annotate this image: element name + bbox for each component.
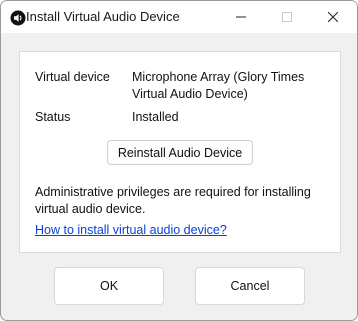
minimize-button[interactable] (218, 1, 264, 33)
virtual-device-value-line2: Virtual Audio Device) (132, 87, 248, 101)
virtual-device-value-line1: Microphone Array (Glory Times (132, 70, 305, 84)
close-icon (328, 12, 338, 22)
admin-privileges-note: Administrative privileges are required f… (35, 185, 311, 216)
maximize-button (264, 1, 310, 33)
ok-button[interactable]: OK (54, 267, 164, 305)
virtual-device-label: Virtual device (35, 70, 110, 84)
title-bar: Install Virtual Audio Device (1, 1, 357, 33)
speaker-icon (10, 10, 26, 26)
status-label: Status (35, 110, 71, 124)
content-panel: Virtual device Microphone Array (Glory T… (19, 51, 341, 253)
minimize-icon (236, 16, 246, 18)
status-value: Installed (132, 110, 179, 124)
window-title: Install Virtual Audio Device (26, 9, 180, 24)
install-dialog: Install Virtual Audio Device Virtual dev… (0, 0, 358, 321)
cancel-button[interactable]: Cancel (195, 267, 305, 305)
close-button[interactable] (310, 1, 356, 33)
install-help-link[interactable]: How to install virtual audio device? (35, 223, 227, 237)
reinstall-audio-device-button[interactable]: Reinstall Audio Device (107, 140, 253, 165)
maximize-icon (282, 12, 292, 22)
